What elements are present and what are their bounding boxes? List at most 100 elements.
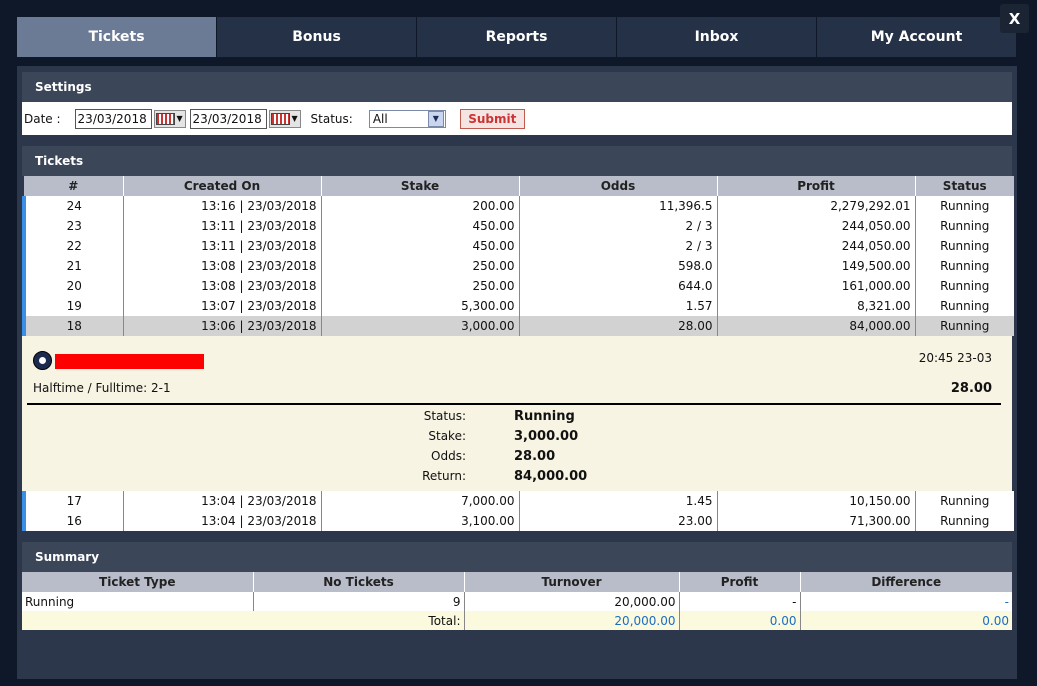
- ticket-profit: 10,150.00: [716, 491, 915, 511]
- ticket-row[interactable]: 24 13:16 | 23/03/2018 200.00 11,396.5 2,279,…: [22, 196, 1014, 216]
- ticket-created: 13:06 | 23/03/2018: [122, 316, 321, 336]
- ticket-profit: 149,500.00: [716, 256, 915, 276]
- summary-count: 9: [252, 592, 464, 611]
- detail-stake-label: Stake:: [428, 429, 466, 443]
- detail-stake-row: Stake: 3,000.00: [402, 429, 702, 444]
- summary-total-label: Total:: [253, 611, 464, 630]
- ticket-row[interactable]: 17 13:04 | 23/03/2018 7,000.00 1.45 10,150.0…: [22, 491, 1014, 511]
- ticket-created: 13:16 | 23/03/2018: [122, 196, 321, 216]
- ticket-odds: 23.00: [518, 511, 717, 531]
- ticket-id: 23: [22, 216, 123, 236]
- ticket-status: Running: [914, 216, 1014, 236]
- tab-my-account[interactable]: My Account: [817, 17, 1017, 57]
- ticket-stake: 250.00: [320, 256, 519, 276]
- submit-button[interactable]: Submit: [459, 108, 525, 129]
- divider: [27, 403, 1001, 405]
- ticket-created: 13:11 | 23/03/2018: [122, 236, 321, 256]
- summary-col-turnover: Turnover: [463, 572, 679, 592]
- col-header-created-on[interactable]: Created On: [122, 176, 321, 196]
- date-to-calendar-button[interactable]: ▼: [268, 109, 301, 128]
- main-tabs: Tickets Bonus Reports Inbox My Account: [17, 17, 1017, 57]
- status-select[interactable]: All ▼: [368, 109, 446, 128]
- ticket-odds: 28.00: [518, 316, 717, 336]
- redacted-event-name: [55, 354, 204, 369]
- summary-total-empty: [22, 611, 253, 630]
- ticket-id: 18: [22, 316, 123, 336]
- settings-form: Date : 23/03/2018 ▼ 23/03/2018 ▼ Status:…: [22, 102, 1012, 135]
- tickets-table: # Created On Stake Odds Profit Status 24…: [22, 176, 1014, 336]
- ticket-row[interactable]: 20 13:08 | 23/03/2018 250.00 644.0 161,000.0…: [22, 276, 1014, 296]
- summary-turnover: 20,000.00: [463, 592, 679, 611]
- col-header-status[interactable]: Status: [914, 176, 1014, 196]
- settings-header: Settings: [22, 72, 1012, 102]
- ticket-detail: 20:45 23-03 Halftime / Fulltime: 2-1 28.…: [22, 336, 1012, 491]
- summary-total-difference: 0.00: [799, 611, 1012, 630]
- detail-odds-value: 28.00: [514, 449, 556, 464]
- ticket-row[interactable]: 21 13:08 | 23/03/2018 250.00 598.0 149,500.0…: [22, 256, 1014, 276]
- ticket-created: 13:04 | 23/03/2018: [122, 491, 321, 511]
- ticket-created: 13:07 | 23/03/2018: [122, 296, 321, 316]
- content-panel: Settings Date : 23/03/2018 ▼ 23/03/2018 …: [17, 66, 1017, 679]
- ticket-row[interactable]: 23 13:11 | 23/03/2018 450.00 2 / 3 244,050.0…: [22, 216, 1014, 236]
- calendar-icon: [156, 112, 176, 125]
- ticket-id: 16: [22, 511, 123, 531]
- date-from-calendar-button[interactable]: ▼: [153, 109, 186, 128]
- ticket-row[interactable]: 18 13:06 | 23/03/2018 3,000.00 28.00 84,000.…: [22, 316, 1014, 336]
- selection-odds: 28.00: [950, 381, 992, 396]
- soccer-ball-icon: [33, 351, 52, 370]
- calendar-icon: [271, 112, 291, 125]
- ticket-profit: 161,000.00: [716, 276, 915, 296]
- ticket-odds: 2 / 3: [518, 216, 717, 236]
- summary-table: Ticket Type No Tickets Turnover Profit D…: [22, 572, 1012, 630]
- ticket-id: 24: [22, 196, 123, 216]
- col-header-stake[interactable]: Stake: [320, 176, 519, 196]
- ticket-status: Running: [914, 276, 1014, 296]
- date-from-input[interactable]: 23/03/2018: [74, 108, 152, 129]
- ticket-row[interactable]: 19 13:07 | 23/03/2018 5,300.00 1.57 8,321.00…: [22, 296, 1014, 316]
- tab-reports[interactable]: Reports: [417, 17, 617, 57]
- date-to-input[interactable]: 23/03/2018: [189, 108, 267, 129]
- summary-profit: -: [678, 592, 800, 611]
- ticket-status: Running: [914, 316, 1014, 336]
- detail-return-label: Return:: [422, 469, 466, 483]
- tab-tickets[interactable]: Tickets: [17, 17, 217, 57]
- tickets-header: Tickets: [22, 146, 1012, 176]
- ticket-profit: 244,050.00: [716, 236, 915, 256]
- summary-col-ticket-type: Ticket Type: [22, 572, 253, 592]
- detail-stake-value: 3,000.00: [514, 429, 579, 444]
- event-time: 20:45 23-03: [918, 351, 992, 365]
- summary-difference: -: [799, 592, 1012, 611]
- ticket-stake: 450.00: [320, 216, 519, 236]
- ticket-status: Running: [914, 511, 1014, 531]
- ticket-row[interactable]: 22 13:11 | 23/03/2018 450.00 2 / 3 244,050.0…: [22, 236, 1014, 256]
- ticket-id: 20: [22, 276, 123, 296]
- ticket-id: 17: [22, 491, 123, 511]
- ticket-status: Running: [914, 491, 1014, 511]
- col-header-profit[interactable]: Profit: [716, 176, 915, 196]
- tab-bonus[interactable]: Bonus: [217, 17, 417, 57]
- chevron-down-icon: ▼: [427, 110, 444, 127]
- ticket-id: 21: [22, 256, 123, 276]
- detail-return-value: 84,000.00: [514, 469, 588, 484]
- ticket-status: Running: [914, 296, 1014, 316]
- close-button[interactable]: X: [1000, 4, 1029, 33]
- ticket-created: 13:08 | 23/03/2018: [122, 256, 321, 276]
- tab-inbox[interactable]: Inbox: [617, 17, 817, 57]
- dropdown-arrow-icon: ▼: [291, 114, 298, 123]
- ticket-status: Running: [914, 256, 1014, 276]
- ticket-profit: 84,000.00: [716, 316, 915, 336]
- col-header-odds[interactable]: Odds: [518, 176, 717, 196]
- ticket-status: Running: [914, 196, 1014, 216]
- status-label: Status:: [310, 111, 353, 126]
- detail-status-value: Running: [514, 409, 575, 424]
- col-header-id[interactable]: #: [24, 176, 123, 196]
- detail-status-label: Status:: [423, 409, 466, 423]
- ticket-profit: 244,050.00: [716, 216, 915, 236]
- ticket-created: 13:08 | 23/03/2018: [122, 276, 321, 296]
- detail-odds-row: Odds: 28.00: [402, 449, 702, 464]
- ticket-odds: 644.0: [518, 276, 717, 296]
- ticket-row[interactable]: 16 13:04 | 23/03/2018 3,100.00 23.00 71,300.…: [22, 511, 1014, 531]
- summary-col-no-tickets: No Tickets: [252, 572, 464, 592]
- ticket-odds: 2 / 3: [518, 236, 717, 256]
- ticket-stake: 7,000.00: [320, 491, 519, 511]
